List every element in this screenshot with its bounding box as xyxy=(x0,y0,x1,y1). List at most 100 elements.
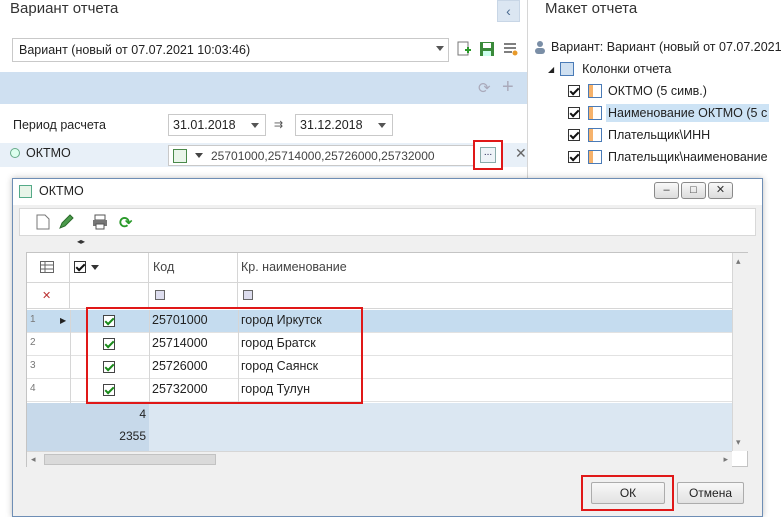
dialog-toolbar: ⟳ xyxy=(19,208,756,236)
oktmo-dialog: ОКТМО – □ ✕ ⟳ ◂▸ Код Кр. наименование ✕ … xyxy=(12,178,763,517)
column-header-label: Код xyxy=(153,260,175,274)
column-checkbox[interactable] xyxy=(568,107,580,119)
edit-icon[interactable] xyxy=(58,214,74,233)
filter-cell-name[interactable] xyxy=(238,283,732,309)
column-icon xyxy=(588,150,602,164)
column-label: ОКТМО (5 симв.) xyxy=(608,84,707,98)
list-filter-icon[interactable] xyxy=(173,149,187,163)
tree-column-item[interactable]: Плательщик\наименование xyxy=(568,146,768,168)
tree-column-item[interactable]: Плательщик\ИНН xyxy=(568,124,710,146)
row-number: 3 xyxy=(30,360,36,371)
close-button[interactable]: ✕ xyxy=(708,182,733,199)
selection-highlight xyxy=(86,307,363,404)
column-header-label: Кр. наименование xyxy=(241,260,347,274)
chevron-down-icon[interactable] xyxy=(195,153,203,158)
dialog-title: ОКТМО xyxy=(39,184,84,198)
column-checkbox[interactable] xyxy=(568,85,580,97)
horizontal-scrollbar[interactable]: ◂ ▸ xyxy=(27,451,732,467)
filter-row-indicator: ✕ xyxy=(27,283,70,309)
ok-button[interactable]: ОК xyxy=(591,482,665,504)
column-resize-icon: ◂▸ xyxy=(77,237,86,246)
column-checkbox[interactable] xyxy=(568,151,580,163)
grid-settings-icon[interactable] xyxy=(40,261,54,276)
summary-count: 4 xyxy=(139,407,146,421)
tree-columns-label: Колонки отчета xyxy=(582,62,672,76)
tree-variant-label: Вариант: Вариант (новый от 07.07.2021 xyxy=(551,40,781,54)
dialog-titlebar[interactable]: ОКТМО – □ ✕ xyxy=(13,179,762,205)
scrollbar-thumb[interactable] xyxy=(44,454,216,465)
scroll-down-icon[interactable]: ▾ xyxy=(736,437,741,448)
column-icon xyxy=(588,128,602,142)
filter-cell-check[interactable] xyxy=(70,283,149,309)
current-row-icon: ▶ xyxy=(60,316,67,325)
summary-total: 2355 xyxy=(119,429,146,443)
row-number: 2 xyxy=(30,337,36,348)
tree-variant-node[interactable]: Вариант: Вариант (новый от 07.07.2021 xyxy=(534,36,781,58)
vertical-scrollbar[interactable]: ▴ ▾ xyxy=(732,253,748,451)
date-to-field[interactable]: 31.12.2018 xyxy=(295,114,393,136)
row-number: 4 xyxy=(30,383,36,394)
user-icon xyxy=(534,40,546,54)
variant-select-value: Вариант (новый от 07.07.2021 10:03:46) xyxy=(19,43,251,57)
print-icon[interactable] xyxy=(92,214,108,233)
date-to-value: 31.12.2018 xyxy=(300,118,363,132)
grid-settings-header[interactable] xyxy=(27,253,70,283)
refresh-icon[interactable]: ⟳ xyxy=(478,79,491,97)
scroll-right-icon[interactable]: ▸ xyxy=(723,454,728,465)
tree-column-item[interactable]: Наименование ОКТМО (5 с xyxy=(568,102,781,124)
date-from-value: 31.01.2018 xyxy=(173,118,236,132)
column-header-code[interactable]: Код xyxy=(149,253,238,283)
oktmo-select-button[interactable]: ... xyxy=(473,140,503,170)
oktmo-value-field[interactable]: 25701000,25714000,25726000,25732000 xyxy=(168,145,474,166)
maximize-button[interactable]: □ xyxy=(681,182,706,199)
parameters-toolbar xyxy=(0,72,527,104)
cancel-button[interactable]: Отмена xyxy=(677,482,744,504)
select-all-checkbox[interactable] xyxy=(74,261,86,273)
filter-icon[interactable] xyxy=(243,290,253,300)
panel-title: Макет отчета xyxy=(545,0,638,17)
clear-parameter-icon[interactable]: ✕ xyxy=(515,145,527,162)
chevron-down-icon xyxy=(436,46,444,51)
refresh-icon[interactable]: ⟳ xyxy=(119,213,132,233)
chevron-down-icon xyxy=(251,123,259,128)
oktmo-radio[interactable] xyxy=(10,148,20,158)
row-number: 1 xyxy=(30,314,36,325)
filter-icon[interactable] xyxy=(155,290,165,300)
new-variant-icon[interactable] xyxy=(455,40,473,58)
scroll-up-icon[interactable]: ▴ xyxy=(736,256,741,267)
pin-icon: ✕ xyxy=(42,290,52,302)
range-icon: ⇉ xyxy=(274,119,284,131)
column-label: Наименование ОКТМО (5 с xyxy=(606,104,770,122)
column-checkbox[interactable] xyxy=(568,129,580,141)
dialog-icon xyxy=(19,185,32,198)
scroll-left-icon[interactable]: ◂ xyxy=(31,454,36,465)
chevron-down-icon xyxy=(378,123,386,128)
oktmo-label: ОКТМО xyxy=(26,146,71,160)
oktmo-value-text: 25701000,25714000,25726000,25732000 xyxy=(211,149,435,163)
table-icon xyxy=(560,62,575,76)
tree-columns-node[interactable]: ◢ Колонки отчета xyxy=(548,58,671,80)
filter-cell-code[interactable] xyxy=(149,283,238,309)
ellipsis-icon: ... xyxy=(480,147,496,163)
collapse-panel-button[interactable]: ‹ xyxy=(497,0,520,22)
panel-title: Вариант отчета xyxy=(10,0,119,17)
column-icon xyxy=(588,106,602,120)
expand-icon[interactable]: ◢ xyxy=(548,65,554,74)
chevron-down-icon[interactable] xyxy=(91,265,99,270)
summary-footer-area xyxy=(149,403,732,451)
variant-select[interactable]: Вариант (новый от 07.07.2021 10:03:46) xyxy=(12,38,449,62)
save-icon[interactable] xyxy=(478,40,496,58)
column-header-name[interactable]: Кр. наименование xyxy=(238,253,732,283)
column-label: Плательщик\наименование xyxy=(608,150,768,164)
add-parameter-icon[interactable]: + xyxy=(502,76,514,99)
list-settings-icon[interactable] xyxy=(501,40,519,58)
select-all-header[interactable] xyxy=(70,253,149,283)
summary-footer: 4 2355 xyxy=(27,403,149,451)
new-document-icon[interactable] xyxy=(36,214,50,233)
column-divider xyxy=(70,310,71,403)
tree-column-item[interactable]: ОКТМО (5 симв.) xyxy=(568,80,707,102)
period-label: Период расчета xyxy=(13,118,106,132)
minimize-button[interactable]: – xyxy=(654,182,679,199)
date-from-field[interactable]: 31.01.2018 xyxy=(168,114,266,136)
column-label: Плательщик\ИНН xyxy=(608,128,711,142)
